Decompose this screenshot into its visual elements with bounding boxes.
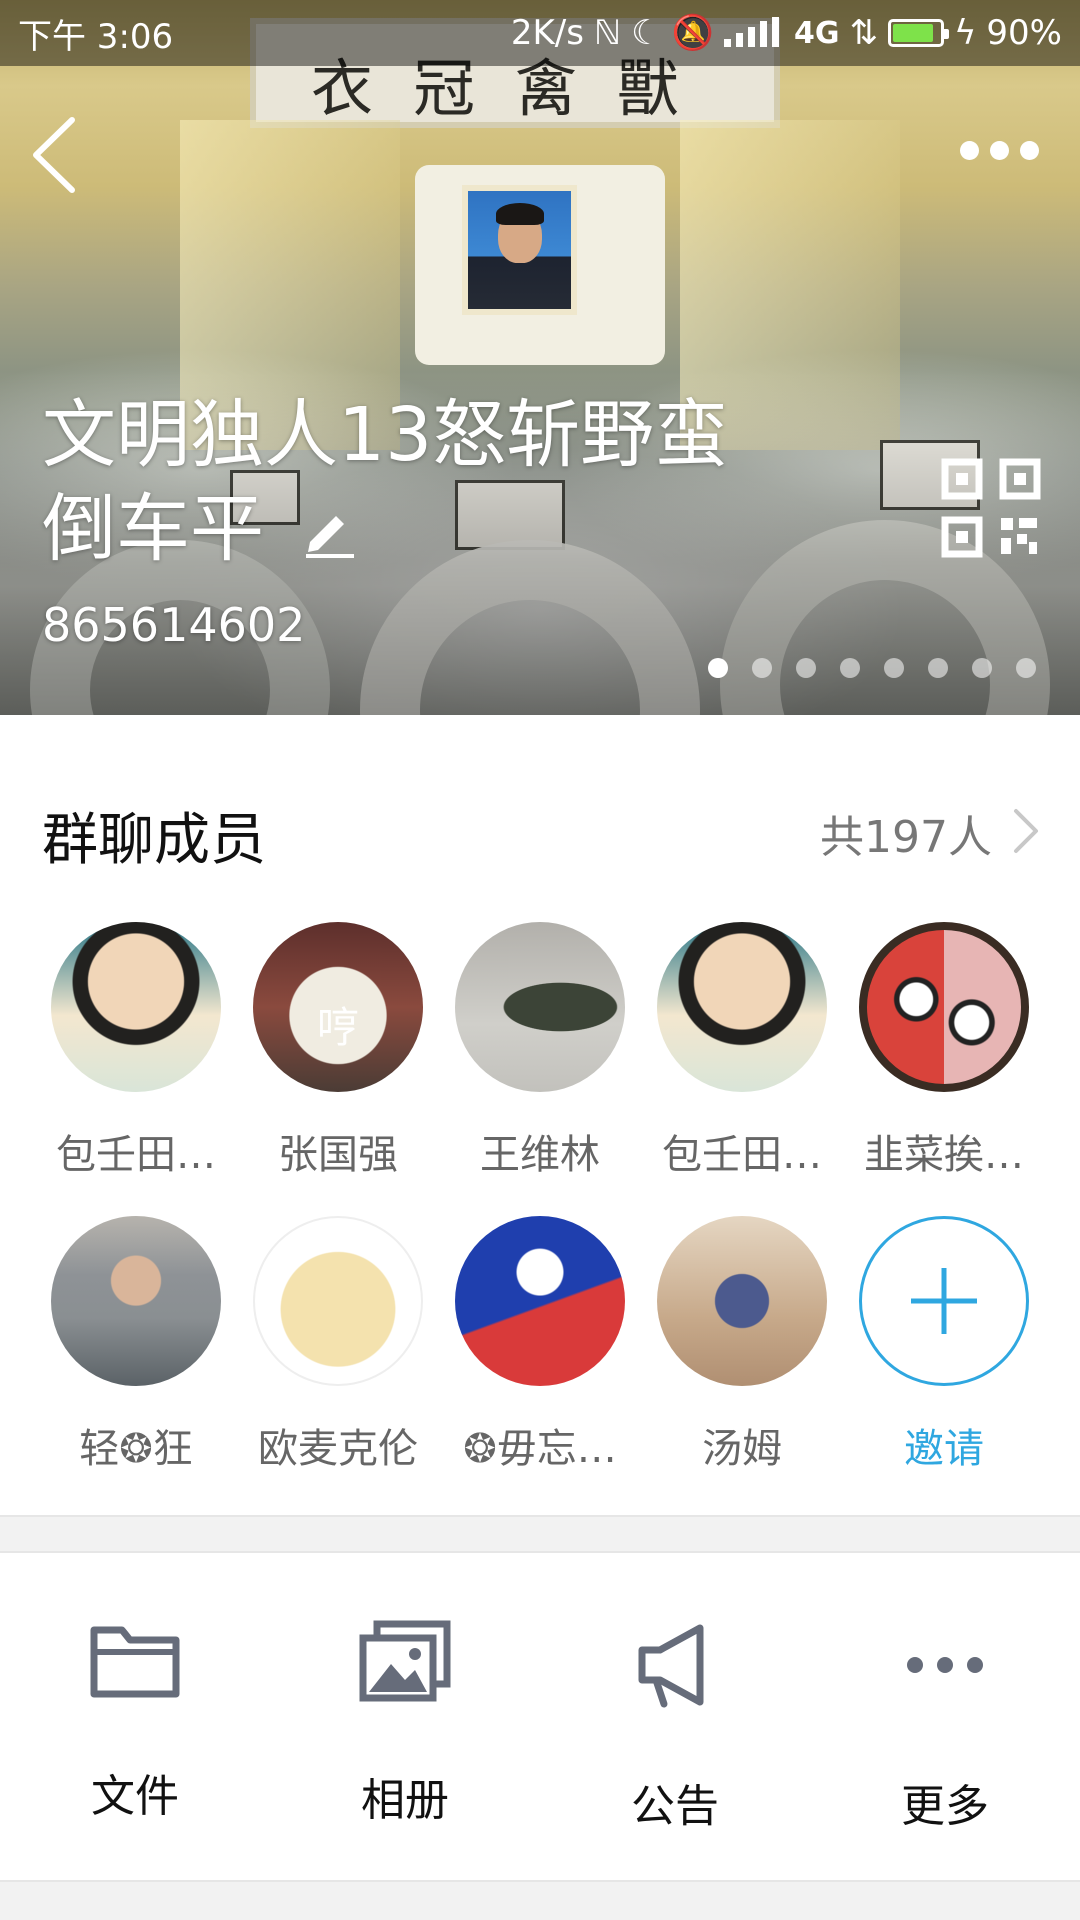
tool-label: 相册 [361, 1775, 449, 1826]
tool-album-button[interactable]: 相册 [305, 1620, 505, 1828]
network-speed: 2K/s [510, 13, 584, 53]
avatar[interactable] [455, 922, 625, 1092]
nfc-icon: ℕ [593, 13, 622, 53]
avatar[interactable] [859, 922, 1029, 1092]
edit-icon[interactable] [300, 500, 360, 560]
data-arrows-icon: ⇅ [849, 13, 878, 53]
tool-files-button[interactable]: 文件 [35, 1620, 235, 1824]
avatar[interactable] [51, 1216, 221, 1386]
member-item[interactable]: 王维林 [445, 922, 635, 1180]
folder-icon [90, 1626, 180, 1698]
status-bar: 下午 3:06 2K/s ℕ ☾ 🔕 4G ⇅ ϟ 90% [0, 0, 1080, 66]
member-name: 韭菜挨… [864, 1132, 1024, 1178]
page-dot [796, 658, 816, 678]
album-icon [359, 1620, 451, 1702]
bottom-divider [0, 1880, 1080, 1920]
member-item[interactable]: 汤姆 [647, 1216, 837, 1474]
cover-page-indicator [708, 658, 1036, 678]
chevron-right-icon[interactable] [1010, 807, 1040, 855]
member-item[interactable]: 哼 张国强 [243, 922, 433, 1180]
charging-icon: ϟ [953, 13, 977, 53]
back-arrow-icon[interactable] [24, 110, 94, 200]
member-name: 欧麦克伦 [258, 1426, 418, 1472]
avatar[interactable] [657, 922, 827, 1092]
member-name: ❂毋忘… [463, 1426, 617, 1472]
member-name: 轻❂狂 [79, 1426, 193, 1472]
group-name: 文明独人13怒斩野蛮倒车平 [42, 392, 729, 572]
page-dot [928, 658, 948, 678]
memorial-portrait [462, 185, 577, 315]
avatar[interactable] [51, 922, 221, 1092]
status-time: 下午 3:06 [18, 16, 174, 57]
qr-code-icon[interactable] [940, 458, 1042, 558]
members-section-title: 群聊成员 [42, 808, 266, 873]
page-dot [708, 658, 728, 678]
invite-avatar[interactable] [859, 1216, 1029, 1386]
status-icons: 2K/s ℕ ☾ 🔕 4G ⇅ ϟ 90% [511, 13, 1062, 53]
member-item[interactable]: 轻❂狂 [41, 1216, 231, 1474]
avatar[interactable]: 哼 [253, 922, 423, 1092]
group-id: 865614602 [42, 598, 306, 652]
member-item[interactable]: 包壬田… [647, 922, 837, 1180]
member-name: 包壬田… [662, 1132, 822, 1178]
avatar[interactable] [253, 1216, 423, 1386]
mute-icon: 🔕 [671, 13, 714, 53]
page-dot [972, 658, 992, 678]
plus-icon [911, 1268, 977, 1334]
page-dot [1016, 658, 1036, 678]
invite-label[interactable]: 邀请 [849, 1416, 1039, 1474]
members-header[interactable]: 群聊成员 共197人 [0, 715, 1080, 885]
battery-fill [892, 24, 933, 42]
member-item[interactable]: 欧麦克伦 [243, 1216, 433, 1474]
page-dot [752, 658, 772, 678]
member-name: 汤姆 [702, 1426, 782, 1472]
tool-label: 更多 [901, 1781, 989, 1832]
members-count[interactable]: 共197人 [820, 801, 992, 865]
avatar[interactable] [657, 1216, 827, 1386]
megaphone-icon [638, 1624, 704, 1708]
signal-icon [723, 17, 784, 49]
member-name: 包壬田… [56, 1132, 216, 1178]
tool-label: 公告 [631, 1781, 719, 1832]
page-dot [840, 658, 860, 678]
tool-more-button[interactable]: 更多 [845, 1620, 1045, 1834]
member-item[interactable]: ❂毋忘… [445, 1216, 635, 1474]
member-item[interactable]: 韭菜挨… [849, 922, 1039, 1180]
page-dot [884, 658, 904, 678]
invite-member-button[interactable]: 邀请 [849, 1216, 1039, 1474]
member-name: 张国强 [278, 1132, 398, 1178]
moon-icon: ☾ [631, 13, 662, 53]
tool-announcement-button[interactable]: 公告 [575, 1620, 775, 1834]
section-divider [0, 1515, 1080, 1553]
member-item[interactable]: 包壬田… [41, 922, 231, 1180]
portrait-hair [496, 203, 544, 225]
avatar[interactable] [455, 1216, 625, 1386]
tool-label: 文件 [91, 1771, 179, 1822]
more-options-icon[interactable] [960, 130, 1060, 170]
network-type: 4G [793, 15, 840, 51]
member-name: 王维林 [480, 1132, 600, 1178]
more-icon [907, 1657, 983, 1673]
battery-percent: 90% [986, 13, 1062, 53]
avatar-text: 哼 [316, 1003, 359, 1052]
battery-icon [887, 19, 949, 47]
